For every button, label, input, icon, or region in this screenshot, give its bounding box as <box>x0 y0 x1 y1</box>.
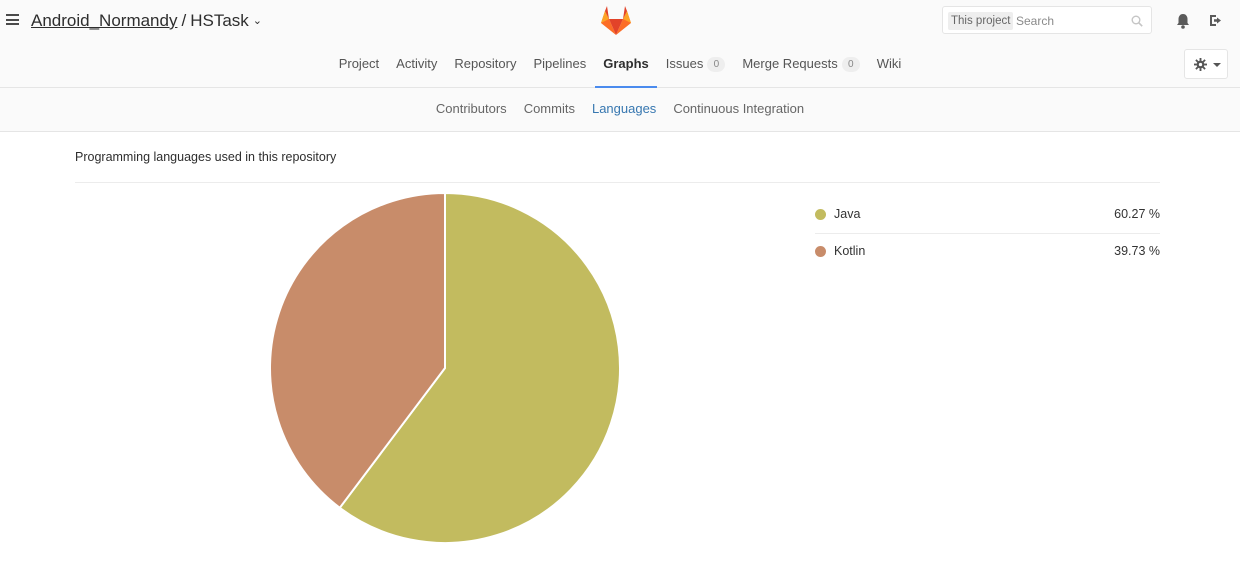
chevron-down-icon[interactable]: ⌄ <box>253 14 262 27</box>
search-input[interactable] <box>1016 11 1126 31</box>
languages-pie-chart <box>269 191 621 544</box>
tab-issues[interactable]: Issues 0 <box>657 44 734 87</box>
project-name[interactable]: HSTask <box>190 11 249 30</box>
breadcrumb-separator: / <box>181 11 187 30</box>
tab-wiki[interactable]: Wiki <box>868 44 910 87</box>
section-divider <box>75 182 1160 183</box>
legend-swatch <box>815 209 826 220</box>
legend-row-java: Java 60.27 % <box>815 197 1160 234</box>
legend-row-kotlin: Kotlin 39.73 % <box>815 234 1160 270</box>
breadcrumb: Android_Normandy / HSTask ⌄ <box>31 11 262 31</box>
subtab-commits[interactable]: Commits <box>515 88 583 131</box>
menu-icon[interactable] <box>6 14 19 25</box>
tab-repository[interactable]: Repository <box>446 44 525 87</box>
subtab-contributors[interactable]: Contributors <box>427 88 515 131</box>
project-nav: Project Activity Repository Pipelines Gr… <box>0 44 1240 88</box>
tab-label: Activity <box>396 56 438 71</box>
tab-pipelines[interactable]: Pipelines <box>525 44 595 87</box>
graphs-subnav: Contributors Commits Languages Continuou… <box>0 88 1240 132</box>
tab-label: Issues <box>665 56 704 71</box>
legend-label: Kotlin <box>834 244 866 258</box>
legend-swatch <box>815 246 826 257</box>
tab-label: Repository <box>454 56 517 71</box>
sign-out-icon[interactable] <box>1209 13 1224 28</box>
section-title: Programming languages used in this repos… <box>75 150 337 164</box>
tab-label: Project <box>338 56 380 71</box>
top-header: Android_Normandy / HSTask ⌄ This project <box>0 0 1240 44</box>
legend-percentage: 39.73 % <box>1114 244 1160 258</box>
tab-activity[interactable]: Activity <box>388 44 446 87</box>
subtab-continuous-integration[interactable]: Continuous Integration <box>665 88 813 131</box>
search-scope-badge[interactable]: This project <box>948 12 1014 30</box>
tab-label: Wiki <box>876 56 902 71</box>
tab-label: Graphs <box>603 56 649 71</box>
tab-project[interactable]: Project <box>330 44 387 87</box>
chart-legend: Java 60.27 % Kotlin 39.73 % <box>815 197 1160 270</box>
issues-count-badge: 0 <box>707 57 726 72</box>
bell-icon[interactable] <box>1175 13 1191 29</box>
tab-label: Pipelines <box>533 56 587 71</box>
caret-down-icon <box>1213 63 1221 67</box>
legend-percentage: 60.27 % <box>1114 207 1160 221</box>
search-box[interactable]: This project <box>942 6 1152 34</box>
merge-requests-count-badge: 0 <box>841 57 860 72</box>
subtab-languages[interactable]: Languages <box>583 88 664 131</box>
tab-merge-requests[interactable]: Merge Requests 0 <box>734 44 868 87</box>
group-link[interactable]: Android_Normandy <box>31 11 177 30</box>
gear-icon <box>1194 58 1207 71</box>
legend-label: Java <box>834 207 861 221</box>
search-icon[interactable] <box>1131 15 1143 27</box>
settings-dropdown-button[interactable] <box>1184 49 1228 79</box>
tab-graphs[interactable]: Graphs <box>594 44 658 88</box>
tab-label: Merge Requests <box>742 56 838 71</box>
gitlab-logo-icon[interactable] <box>599 5 633 36</box>
